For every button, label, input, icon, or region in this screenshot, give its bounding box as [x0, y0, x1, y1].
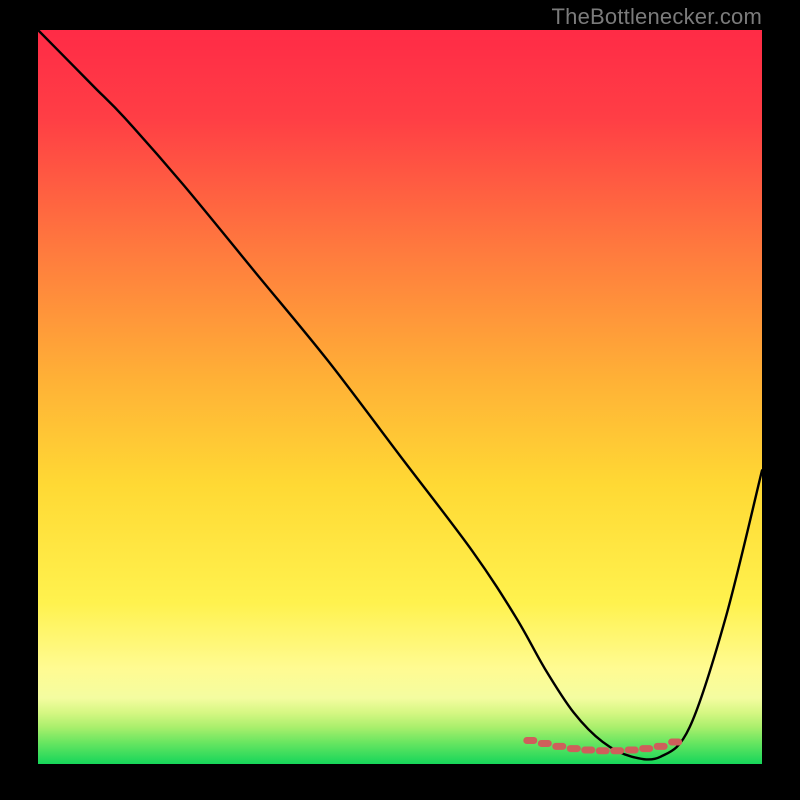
chart-body	[38, 30, 762, 764]
gradient-bg	[38, 30, 762, 764]
watermark-text: TheBottlenecker.com	[552, 4, 762, 30]
chart-svg	[38, 30, 762, 764]
